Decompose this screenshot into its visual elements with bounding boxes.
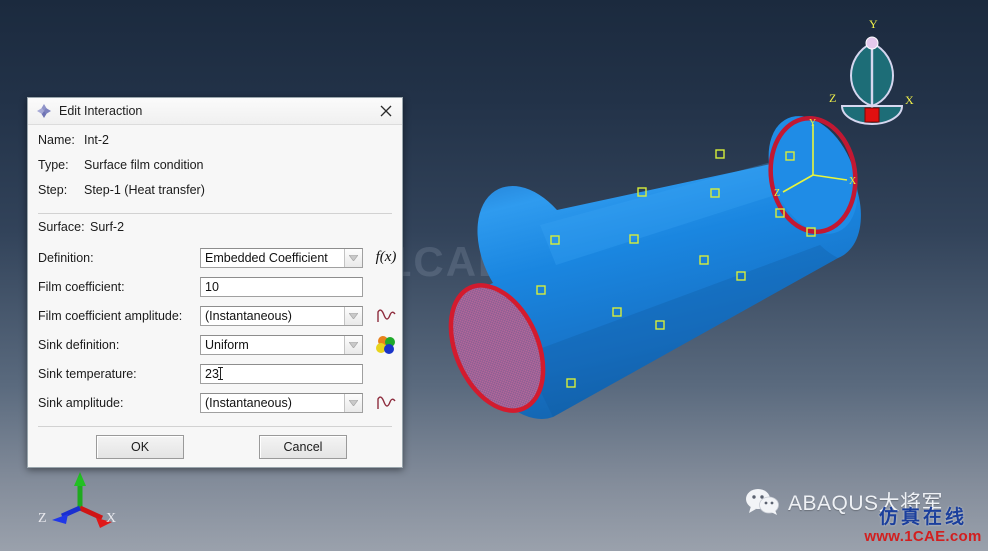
step-label: Step: bbox=[38, 183, 68, 197]
name-row: Name: Int-2 bbox=[38, 133, 392, 158]
type-row: Type: Surface film condition bbox=[38, 158, 392, 183]
definition-value: Embedded Coefficient bbox=[205, 250, 328, 265]
chevron-down-icon[interactable] bbox=[344, 393, 362, 412]
close-icon[interactable] bbox=[374, 100, 398, 122]
sink-temperature-input[interactable]: 23 bbox=[200, 363, 363, 384]
film-coefficient-input[interactable]: 10 bbox=[200, 276, 363, 297]
cae-watermark-cn: 仿真在线 bbox=[878, 507, 967, 528]
center-watermark: 1CAE.COM bbox=[388, 238, 626, 285]
sink-amplitude-value: (Instantaneous) bbox=[205, 395, 292, 410]
sink-temperature-label: Sink temperature: bbox=[38, 366, 137, 381]
sink-amplitude-row: Sink amplitude: (Instantaneous) bbox=[38, 388, 396, 417]
fx-icon-text: f(x) bbox=[375, 249, 397, 265]
fx-icon[interactable]: f(x) bbox=[374, 247, 398, 269]
sink-temperature-icon-slot bbox=[374, 363, 398, 385]
sink-definition-value: Uniform bbox=[205, 337, 249, 352]
name-value: Int-2 bbox=[84, 133, 110, 147]
dialog-body: Name: Int-2 Type: Surface film condition… bbox=[28, 125, 402, 427]
viewcube-label-x: X bbox=[905, 93, 914, 107]
cae-watermark: 仿真在线 www.1CAE.com bbox=[858, 508, 988, 546]
text-cursor bbox=[217, 367, 223, 380]
surface-value: Surf-2 bbox=[90, 220, 125, 234]
film-coefficient-row: Film coefficient: 10 bbox=[38, 272, 392, 301]
definition-select[interactable]: Embedded Coefficient bbox=[200, 247, 363, 268]
type-value: Surface film condition bbox=[84, 158, 204, 172]
dialog-button-bar: OK Cancel bbox=[28, 427, 402, 467]
dialog-title: Edit Interaction bbox=[59, 104, 143, 118]
film-coefficient-amplitude-value: (Instantaneous) bbox=[205, 308, 292, 323]
surface-row: Surface: Surf-2 bbox=[38, 220, 392, 243]
film-coefficient-amplitude-row: Film coefficient amplitude: (Instantaneo… bbox=[38, 301, 396, 330]
film-coefficient-value: 10 bbox=[205, 279, 219, 294]
sink-definition-select[interactable]: Uniform bbox=[200, 334, 363, 355]
cancel-button[interactable]: Cancel bbox=[259, 435, 347, 459]
view-rotation-widget[interactable] bbox=[820, 10, 950, 140]
wechat-icon bbox=[746, 489, 779, 515]
header-separator bbox=[38, 213, 392, 214]
chevron-down-icon[interactable] bbox=[344, 248, 362, 267]
amplitude-wave-icon[interactable] bbox=[374, 392, 398, 414]
film-coefficient-amplitude-select[interactable]: (Instantaneous) bbox=[200, 305, 363, 326]
viewcube-label-z: Z bbox=[829, 91, 837, 105]
sink-temperature-row: Sink temperature: 23 bbox=[38, 359, 392, 388]
film-coefficient-label: Film coefficient: bbox=[38, 279, 125, 294]
abaqus-diamond-icon bbox=[37, 104, 51, 118]
film-coefficient-amplitude-label: Film coefficient amplitude: bbox=[38, 308, 183, 323]
type-label: Type: bbox=[38, 158, 69, 172]
chevron-down-icon[interactable] bbox=[344, 335, 362, 354]
step-row: Step: Step-1 (Heat transfer) bbox=[38, 183, 392, 208]
color-spheres-icon[interactable] bbox=[374, 334, 398, 356]
cae-watermark-url: www.1CAE.com bbox=[864, 528, 982, 545]
triad-label-x: X bbox=[106, 511, 117, 526]
triad-label-z: Z bbox=[38, 511, 47, 526]
sink-definition-label: Sink definition: bbox=[38, 337, 120, 352]
sink-definition-row: Sink definition: Uniform bbox=[38, 330, 395, 359]
definition-label: Definition: bbox=[38, 250, 94, 265]
sink-temperature-value: 23 bbox=[205, 366, 219, 381]
film-coefficient-icon-slot bbox=[374, 276, 398, 298]
surface-label: Surface: bbox=[38, 220, 85, 234]
name-label: Name: bbox=[38, 133, 75, 147]
screenshot-root: 1CAE.COM Y Z X Y Z X Z X ABAQUS大将军 仿真在线 … bbox=[0, 0, 988, 551]
step-value: Step-1 (Heat transfer) bbox=[84, 183, 205, 197]
amplitude-wave-icon[interactable] bbox=[374, 305, 398, 327]
dialog-titlebar[interactable]: Edit Interaction bbox=[28, 98, 402, 125]
viewcube-label-y: Y bbox=[869, 17, 878, 31]
sink-amplitude-select[interactable]: (Instantaneous) bbox=[200, 392, 363, 413]
definition-row: Definition: Embedded Coefficient f(x) bbox=[38, 243, 396, 272]
chevron-down-icon[interactable] bbox=[344, 306, 362, 325]
edit-interaction-dialog[interactable]: Edit Interaction Name: Int-2 Type: Surfa… bbox=[27, 97, 403, 468]
ok-button[interactable]: OK bbox=[96, 435, 184, 459]
sink-amplitude-label: Sink amplitude: bbox=[38, 395, 124, 410]
